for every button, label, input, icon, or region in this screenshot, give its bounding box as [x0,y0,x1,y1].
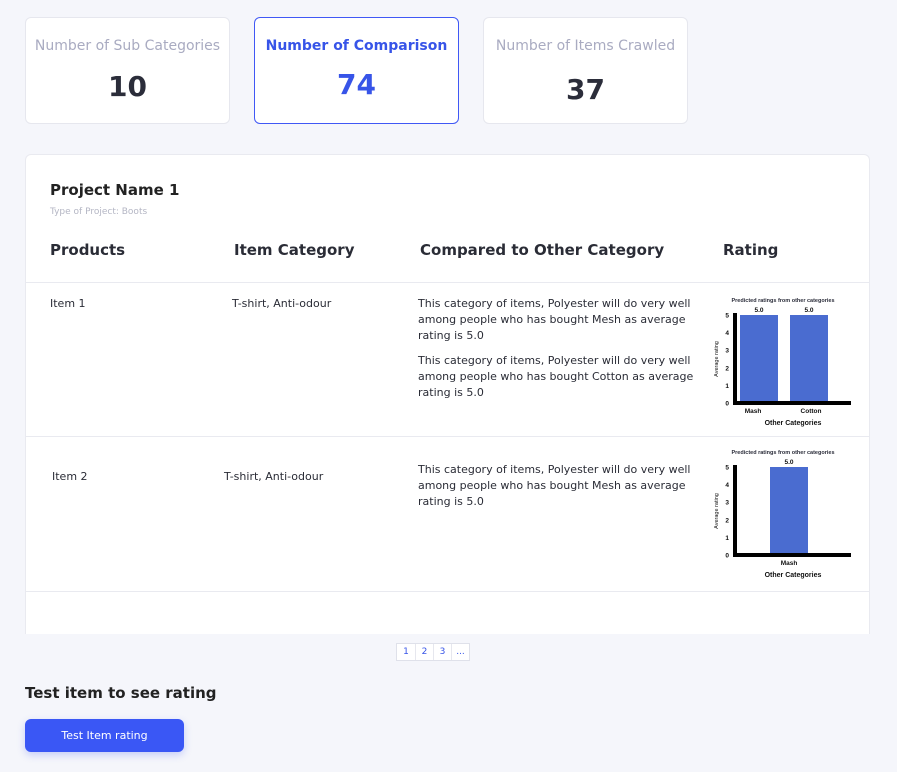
stat-value: 74 [337,68,376,101]
bar-value-label: 5.0 [754,307,763,314]
y-tick-label: 0 [725,553,729,560]
column-header-rating: Rating [723,241,779,259]
comparison-text: This category of items, Polyester will d… [418,297,691,342]
y-tick-label: 5 [725,313,729,320]
row-divider [26,282,869,283]
y-tick-label: 3 [725,500,729,507]
y-tick-label: 1 [725,535,729,542]
table-row-category: T-shirt, Anti-odour [232,297,332,310]
y-tick-label: 4 [725,330,729,337]
chart-title: Predicted ratings from other categories [732,450,835,456]
rating-chart: Predicted ratings from other categories 0… [714,450,851,579]
stat-label: Number of Items Crawled [495,38,676,54]
project-title: Project Name 1 [50,181,180,199]
test-item-rating-button[interactable]: Test Item rating [25,719,184,752]
x-axis-label: Other Categories [765,420,822,427]
y-tick-label: 2 [725,365,729,372]
table-row-product[interactable]: Item 2 [52,469,88,485]
x-tick-label: Mash [745,408,762,415]
comparison-text: This category of items, Polyester will d… [418,354,694,399]
x-tick-label: Mash [781,560,798,567]
column-header-products: Products [50,241,126,259]
project-type: Type of Project: Boots [50,207,148,217]
stat-label: Number of Sub Categories [34,38,221,54]
rating-chart: Predicted ratings from other categories 0… [714,298,851,427]
stat-card-comparison[interactable]: Number of Comparison 74 [254,17,459,124]
column-header-item-category: Item Category [234,241,355,259]
stat-card-items-crawled[interactable]: Number of Items Crawled 37 [483,17,688,124]
stat-label: Number of Comparison [265,38,448,54]
chart-title: Predicted ratings from other categories [732,298,835,304]
table-row-comparisons: This category of items, Polyester will d… [418,462,698,510]
stat-value: 10 [108,70,147,103]
project-card: Project Name 1 Type of Project: Boots Pr… [25,154,870,634]
bar-value-label: 5.0 [784,459,793,466]
y-tick-label: 5 [725,465,729,472]
bar [790,315,828,403]
column-header-compared: Compared to Other Category [420,241,665,259]
pagination: 1 2 3 ... [396,643,470,661]
y-tick-label: 2 [725,517,729,524]
comparison-text: This category of items, Polyester will d… [418,463,691,508]
y-tick-label: 4 [725,482,729,489]
table-row-category: T-shirt, Anti-odour [224,470,324,483]
y-axis-label: Average rating [714,493,720,529]
table-row-product[interactable]: Item 1 [50,296,86,312]
page-link[interactable]: 3 [433,644,451,660]
x-axis-label: Other Categories [765,572,822,579]
page-ellipsis[interactable]: ... [451,644,469,660]
bar [770,467,808,555]
row-divider [26,436,869,437]
x-tick-label: Cotton [801,408,822,415]
y-tick-label: 1 [725,383,729,390]
stat-value: 37 [566,73,605,106]
page-link[interactable]: 2 [415,644,433,660]
row-divider [26,591,869,592]
y-tick-label: 3 [725,348,729,355]
y-axis-label: Average rating [714,341,720,377]
table-row-comparisons: This category of items, Polyester will d… [418,296,698,401]
stat-card-sub-categories[interactable]: Number of Sub Categories 10 [25,17,230,124]
y-tick-label: 0 [725,401,729,408]
page-link[interactable]: 1 [397,644,415,660]
bar [740,315,778,403]
test-heading: Test item to see rating [25,684,217,702]
bar-value-label: 5.0 [804,307,813,314]
